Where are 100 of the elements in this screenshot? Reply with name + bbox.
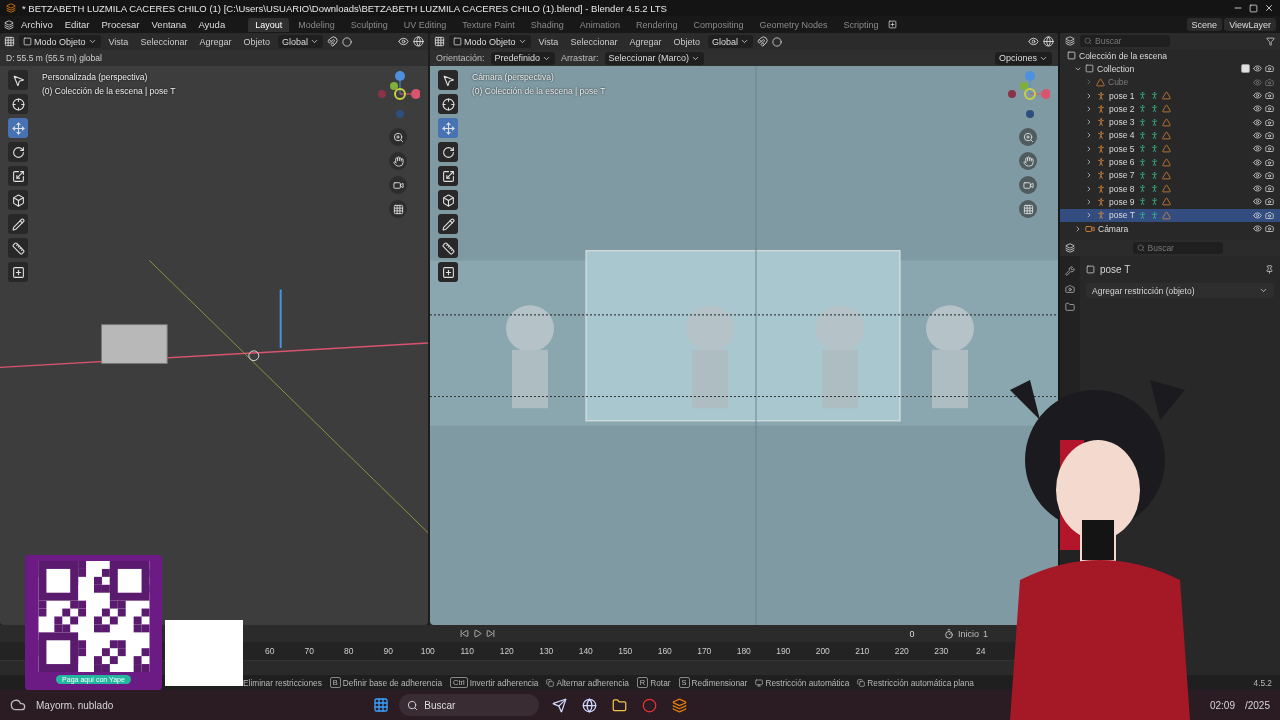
outliner-row[interactable]: pose 3: [1060, 115, 1280, 129]
zoom-icon[interactable]: [389, 128, 407, 146]
outliner-row[interactable]: pose 2: [1060, 102, 1280, 116]
workspace-tab[interactable]: Scripting: [836, 17, 886, 32]
jump-end-icon[interactable]: [486, 629, 495, 638]
app-menu-icon[interactable]: [4, 19, 14, 30]
visibility-icon[interactable]: [1253, 210, 1262, 220]
ruler-icon[interactable]: [8, 238, 28, 258]
render-icon[interactable]: [1265, 184, 1274, 194]
proportional-edit-icon[interactable]: [342, 36, 352, 47]
visibility-icon[interactable]: [1253, 104, 1262, 114]
play-icon[interactable]: [473, 629, 482, 638]
render-icon[interactable]: [1265, 130, 1274, 140]
outliner-row[interactable]: pose 1: [1060, 88, 1280, 103]
visibility-icon[interactable]: [1253, 184, 1262, 194]
workspace-tab[interactable]: Modeling: [291, 17, 342, 32]
mode-dropdown[interactable]: Modo Objeto: [19, 35, 101, 48]
add-cube-icon[interactable]: [8, 262, 28, 282]
folder-icon[interactable]: [611, 697, 627, 713]
menu-item[interactable]: Agregar: [625, 36, 666, 47]
visibility-icon[interactable]: [1253, 197, 1262, 207]
add-constraint-dropdown[interactable]: Agregar restricción (objeto): [1086, 283, 1274, 298]
maximize-icon[interactable]: [1249, 3, 1258, 13]
search-field[interactable]: Buscar: [1080, 35, 1170, 47]
cursor-icon[interactable]: [438, 94, 458, 114]
pencil-icon[interactable]: [8, 214, 28, 234]
camera-icon[interactable]: [1019, 176, 1037, 194]
output-icon[interactable]: [1065, 302, 1075, 312]
jump-start-icon[interactable]: [460, 629, 469, 638]
search-field[interactable]: Buscar: [1132, 242, 1223, 254]
tool-icon[interactable]: [1065, 266, 1075, 276]
workspace-tab[interactable]: Texture Paint: [455, 17, 522, 32]
workspace-tab[interactable]: Animation: [572, 17, 627, 32]
visibility-icon[interactable]: [1253, 157, 1262, 167]
add-icon[interactable]: [887, 20, 897, 29]
pin-icon[interactable]: [1265, 265, 1274, 274]
visibility-icon[interactable]: [398, 36, 409, 47]
grid-icon[interactable]: [1019, 200, 1037, 218]
move-icon[interactable]: [438, 118, 458, 138]
send-icon[interactable]: [551, 697, 567, 713]
shading-icon[interactable]: [1043, 36, 1054, 47]
visibility-icon[interactable]: [1028, 36, 1039, 47]
display-mode-icon[interactable]: [1065, 36, 1075, 46]
hand-icon[interactable]: [389, 152, 407, 170]
mode-dropdown[interactable]: Modo Objeto: [449, 35, 531, 48]
render-icon[interactable]: [1265, 91, 1274, 101]
workspace-tab[interactable]: Rendering: [628, 17, 685, 32]
editor-type-icon[interactable]: [434, 36, 445, 47]
menu-item[interactable]: Editar: [59, 18, 95, 31]
select-box-icon[interactable]: [8, 70, 28, 90]
move-icon[interactable]: [8, 118, 28, 138]
snap-icon[interactable]: [757, 36, 768, 47]
workspace-tab[interactable]: Layout: [248, 17, 290, 32]
hand-icon[interactable]: [1019, 152, 1037, 170]
layers-icon[interactable]: [671, 697, 687, 713]
scale-icon[interactable]: [8, 166, 28, 186]
select-box-icon[interactable]: [438, 70, 458, 90]
workspace-tab[interactable]: Geometry Nodes: [752, 17, 835, 32]
weather-icon[interactable]: [10, 697, 26, 713]
visibility-icon[interactable]: [1253, 64, 1262, 74]
shading-icon[interactable]: [413, 36, 424, 47]
rotate-icon[interactable]: [438, 142, 458, 162]
workspace-tab[interactable]: Shading: [523, 17, 571, 32]
menu-item[interactable]: Seleccionar: [136, 36, 192, 47]
outliner-row[interactable]: pose T: [1060, 208, 1280, 222]
options-dropdown[interactable]: Opciones: [994, 51, 1052, 65]
visibility-icon[interactable]: [1253, 170, 1262, 180]
camera-icon[interactable]: [389, 176, 407, 194]
visibility-icon[interactable]: [1253, 130, 1262, 140]
visibility-icon[interactable]: [1253, 117, 1262, 127]
outliner-row[interactable]: pose 8: [1060, 181, 1280, 196]
menu-item[interactable]: Procesar: [96, 18, 145, 31]
rotate-icon[interactable]: [8, 142, 28, 162]
circle-icon[interactable]: [641, 697, 657, 713]
orientation-dropdown[interactable]: Global: [708, 35, 753, 48]
outliner-row[interactable]: pose 9: [1060, 195, 1280, 209]
workspace-tab[interactable]: Compositing: [686, 17, 751, 32]
view-layer-field[interactable]: ViewLayer: [1224, 18, 1276, 31]
proportional-edit-icon[interactable]: [772, 36, 782, 47]
timer-icon[interactable]: [943, 628, 954, 639]
checkbox[interactable]: [1241, 64, 1250, 74]
render-icon[interactable]: [1065, 284, 1075, 294]
orientation-dropdown[interactable]: Predefinido: [490, 51, 556, 65]
visibility-icon[interactable]: [1253, 224, 1262, 233]
search-field[interactable]: Buscar: [399, 694, 540, 716]
menu-item[interactable]: Vista: [104, 36, 133, 47]
outliner-row[interactable]: pose 7: [1060, 168, 1280, 182]
start-icon[interactable]: [373, 697, 390, 713]
snap-icon[interactable]: [327, 36, 338, 47]
grid-icon[interactable]: [389, 200, 407, 218]
outliner-row[interactable]: pose 5: [1060, 142, 1280, 156]
menu-item[interactable]: Ayuda: [193, 18, 231, 31]
drag-dropdown[interactable]: Seleccionar (Marco): [604, 51, 705, 65]
visibility-icon[interactable]: [1253, 144, 1262, 154]
visibility-icon[interactable]: [1253, 91, 1262, 101]
editor-type-icon[interactable]: [4, 36, 15, 47]
workspace-tab[interactable]: Sculpting: [343, 17, 395, 32]
add-cube-icon[interactable]: [438, 262, 458, 282]
filter-icon[interactable]: [1266, 36, 1275, 46]
workspace-tab[interactable]: UV Editing: [396, 17, 454, 32]
